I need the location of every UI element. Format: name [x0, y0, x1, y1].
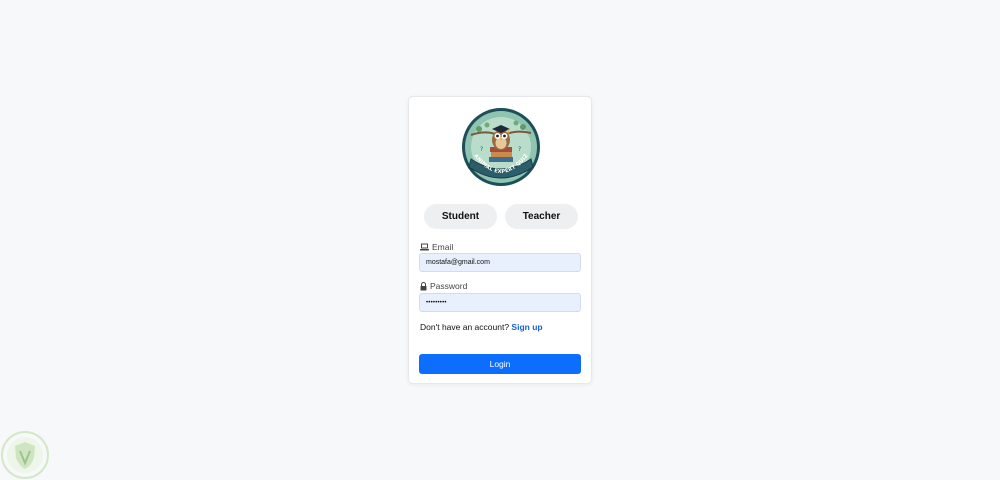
svg-text:?: ?: [518, 146, 521, 153]
login-card: ? ? ANIMAL EXPERT QUIZ Student Teacher E…: [408, 96, 592, 384]
signup-prompt: Don't have an account? Sign up: [420, 322, 543, 332]
laptop-icon: [420, 243, 429, 251]
signup-link[interactable]: Sign up: [511, 322, 542, 332]
email-field[interactable]: mostafa@gmail.com: [419, 253, 581, 272]
password-label-text: Password: [430, 281, 468, 291]
email-value: mostafa@gmail.com: [426, 259, 490, 266]
login-button[interactable]: Login: [419, 354, 581, 374]
password-label: Password: [420, 281, 467, 291]
signup-prompt-text: Don't have an account?: [420, 322, 510, 332]
email-label: Email: [420, 242, 453, 252]
role-selector: Student Teacher: [424, 204, 578, 229]
lock-icon: [420, 281, 427, 290]
student-role-button[interactable]: Student: [424, 204, 497, 229]
email-label-text: Email: [432, 242, 454, 252]
password-field[interactable]: •••••••••: [419, 293, 581, 312]
animal-expert-quiz-logo: ? ? ANIMAL EXPERT QUIZ: [462, 108, 540, 186]
password-value: •••••••••: [426, 299, 447, 306]
teacher-role-button[interactable]: Teacher: [505, 204, 578, 229]
watermark-shield-icon: [1, 431, 49, 479]
svg-text:?: ?: [480, 146, 483, 153]
